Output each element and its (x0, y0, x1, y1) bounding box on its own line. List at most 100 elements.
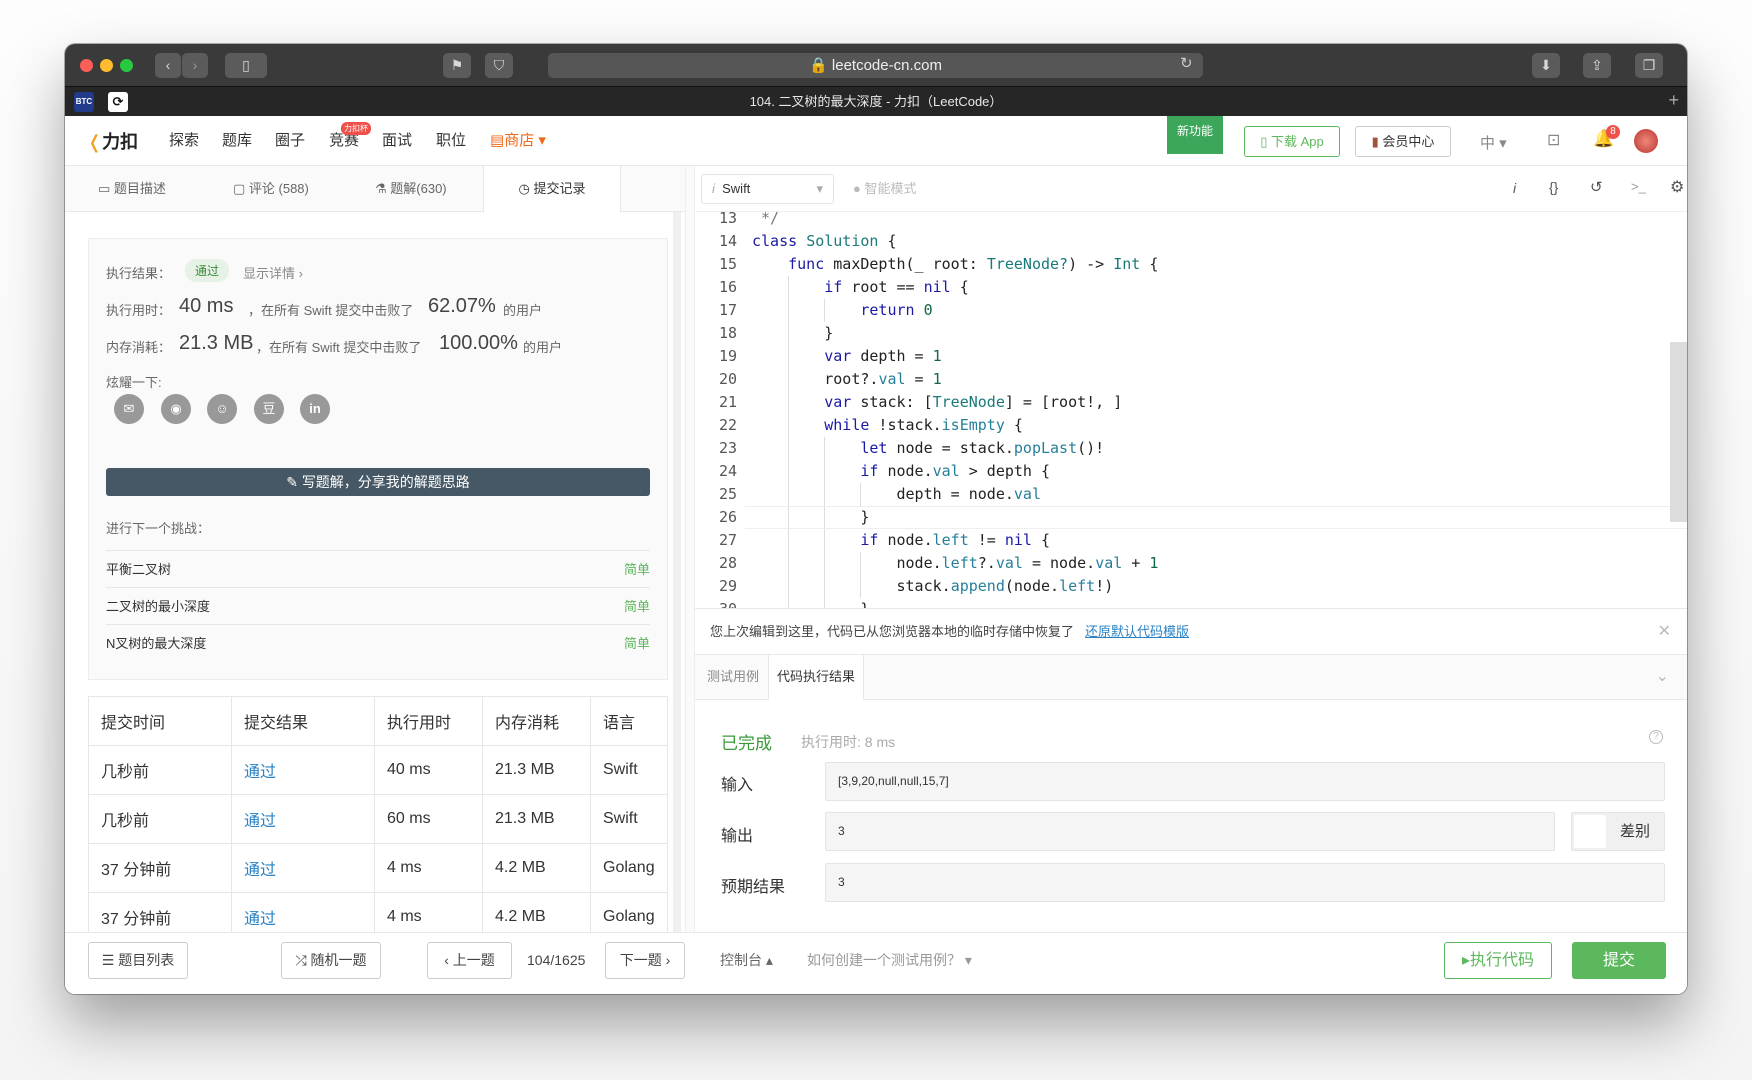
tab-submissions[interactable]: ◷ 提交记录 (483, 166, 621, 213)
submit-button[interactable]: 提交 (1572, 942, 1666, 979)
cell-language: Swift (590, 745, 668, 795)
tab-solutions[interactable]: ⚗ 题解(630) (375, 166, 447, 212)
code-line[interactable]: while !stack.isEmpty { (752, 414, 1023, 437)
time-users-text: 的用户 (503, 303, 543, 318)
close-window-icon[interactable] (80, 59, 93, 72)
language-select[interactable]: 中 ▾ (1480, 132, 1507, 153)
code-line[interactable]: if node.val > depth { (752, 460, 1050, 483)
forward-icon[interactable]: › (182, 53, 208, 78)
left-scrollbar[interactable] (673, 212, 681, 932)
new-tab-icon[interactable]: + (1668, 90, 1679, 111)
member-center-button[interactable]: ▮ 会员中心 (1355, 126, 1451, 157)
write-solution-button[interactable]: ✎ 写题解，分享我的解题思路 (106, 468, 650, 496)
line-number: 17 (718, 301, 737, 319)
code-line[interactable]: stack.append(node.left!) (752, 575, 1113, 598)
console-toggle[interactable]: 控制台 ▴ (720, 942, 773, 979)
tab-description[interactable]: ▭ 题目描述 (98, 166, 166, 212)
weibo-icon[interactable]: ◉ (161, 394, 191, 424)
cell-result-link[interactable]: 通过 (231, 843, 375, 893)
extension-icon[interactable]: ⚑ (443, 53, 471, 78)
code-line[interactable]: var depth = 1 (752, 345, 941, 368)
col-runtime: 执行用时 (374, 696, 483, 746)
avatar[interactable] (1634, 129, 1658, 153)
code-line[interactable]: */ (752, 212, 779, 230)
code-line[interactable]: if node.left != nil { (752, 529, 1050, 552)
minimize-window-icon[interactable] (100, 59, 113, 72)
reload-icon[interactable]: ↻ (1180, 54, 1193, 72)
zoom-window-icon[interactable] (120, 59, 133, 72)
cell-result-link[interactable]: 通过 (231, 745, 375, 795)
cell-result-link[interactable]: 通过 (231, 794, 375, 844)
col-time: 提交时间 (88, 696, 232, 746)
cell-memory: 4.2 MB (482, 892, 591, 932)
shield-icon[interactable]: ⛉ (485, 53, 513, 78)
nav-jobs[interactable]: 职位 (436, 116, 466, 166)
code-line[interactable]: node.left?.val = node.val + 1 (752, 552, 1158, 575)
info-icon[interactable]: i (1513, 180, 1516, 196)
pane-splitter[interactable] (685, 166, 695, 932)
result-tab-bar: 测试用例 代码执行结果 ⌄ (695, 654, 1687, 700)
nav-shop[interactable]: ▤商店 ▾ (490, 116, 546, 166)
back-icon[interactable]: ‹ (155, 53, 181, 78)
code-line[interactable]: root?.val = 1 (752, 368, 941, 391)
nav-explore[interactable]: 探索 (169, 116, 199, 166)
code-editor[interactable]: 13 */ 14 class Solution {15 func maxDepth(… (695, 212, 1687, 608)
reset-icon[interactable]: ↺ (1590, 178, 1603, 196)
tab-title[interactable]: 104. 二叉树的最大深度 - 力扣（LeetCode） (65, 87, 1687, 116)
share-icon[interactable]: ⇪ (1583, 53, 1611, 78)
show-details-link[interactable]: 显示详情 › (243, 263, 303, 282)
editor-scrollbar[interactable] (1670, 342, 1687, 522)
chevron-down-icon[interactable]: ⌄ (1656, 655, 1669, 699)
cell-result-link[interactable]: 通过 (231, 892, 375, 932)
prev-problem-button[interactable]: ‹ 上一题 (427, 942, 512, 979)
code-line[interactable]: func maxDepth(_ root: TreeNode?) -> Int … (752, 253, 1158, 276)
smart-mode-toggle[interactable]: ● 智能模式 (853, 166, 916, 212)
code-line[interactable]: var stack: [TreeNode] = [root!, ] (752, 391, 1122, 414)
nav-circle[interactable]: 圈子 (275, 116, 305, 166)
language-dropdown[interactable]: i Swift ▾ (701, 174, 834, 204)
playground-icon[interactable]: ⊡ (1547, 130, 1560, 150)
wechat-icon[interactable]: ✉ (114, 394, 144, 424)
problem-list-button[interactable]: ☰ 题目列表 (88, 942, 188, 979)
site-logo[interactable]: ❬力扣 (87, 128, 138, 154)
indent-guide (788, 299, 789, 322)
linkedin-icon[interactable]: in (300, 394, 330, 424)
next-challenge-item[interactable]: N叉树的最大深度 简单 (106, 624, 650, 661)
sidebar-icon[interactable]: ▯ (225, 53, 267, 78)
download-icon[interactable]: ⬇ (1532, 53, 1560, 78)
indent-guide (860, 575, 861, 598)
nav-problems[interactable]: 题库 (222, 116, 252, 166)
diff-toggle[interactable]: 差别 (1571, 812, 1665, 851)
line-number: 13 (718, 212, 737, 227)
next-challenge-item[interactable]: 二叉树的最小深度 简单 (106, 587, 650, 624)
restore-template-link[interactable]: 还原默认代码模版 (1085, 609, 1189, 654)
tab-comments[interactable]: ▢ 评论 (588) (233, 166, 309, 212)
terminal-icon[interactable]: >_ (1631, 179, 1646, 194)
line-number: 22 (718, 416, 737, 434)
run-code-button[interactable]: ▸执行代码 (1444, 942, 1552, 979)
close-icon[interactable]: ✕ (1658, 609, 1671, 654)
douban-icon[interactable]: 豆 (254, 394, 284, 424)
address-bar[interactable]: 🔒 leetcode-cn.com (548, 53, 1203, 78)
nav-interview[interactable]: 面试 (382, 116, 412, 166)
code-line[interactable]: depth = node.val (752, 483, 1041, 506)
code-line[interactable]: let node = stack.popLast()! (752, 437, 1104, 460)
settings-icon[interactable]: ⚙ (1670, 177, 1684, 197)
qq-icon[interactable]: ☺ (207, 394, 237, 424)
help-icon[interactable]: ? (1649, 730, 1663, 744)
tabs-icon[interactable]: ❐ (1635, 53, 1663, 78)
code-line[interactable]: if root == nil { (752, 276, 969, 299)
tab-testcase[interactable]: 测试用例 (707, 655, 759, 699)
next-challenge-item[interactable]: 平衡二叉树 简单 (106, 550, 650, 587)
next-problem-button[interactable]: 下一题 › (605, 942, 685, 979)
random-problem-button[interactable]: ⤮ 随机一题 (281, 942, 381, 979)
tab-run-result[interactable]: 代码执行结果 (768, 655, 864, 700)
code-line[interactable]: } (752, 322, 833, 345)
code-line[interactable]: return 0 (752, 299, 932, 322)
code-line[interactable]: class Solution { (752, 230, 897, 253)
code-line[interactable]: } (752, 598, 869, 608)
braces-icon[interactable]: {} (1549, 179, 1558, 195)
howto-testcase-link[interactable]: 如何创建一个测试用例？ ▾ (807, 942, 972, 979)
download-app-button[interactable]: ▯ 下载 App (1244, 126, 1340, 157)
new-feature-ribbon[interactable]: 新功能 (1167, 116, 1223, 154)
